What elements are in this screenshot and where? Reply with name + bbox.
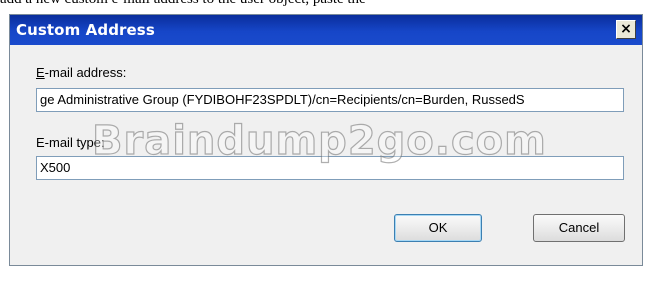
email-address-input[interactable]: ge Administrative Group (FYDIBOHF23SPDLT…	[36, 88, 624, 112]
dialog-title: Custom Address	[16, 21, 155, 39]
email-type-input[interactable]: X500	[36, 156, 624, 180]
email-address-label: E-mail address:	[36, 65, 126, 80]
cancel-button[interactable]: Cancel	[533, 214, 625, 242]
email-type-label: E-mail type:	[36, 135, 105, 150]
email-address-label-text: -mail address:	[44, 65, 127, 80]
close-icon: ×	[620, 21, 632, 37]
cropped-background-text: add a new custom e-mail address to the u…	[0, 0, 646, 8]
close-button[interactable]: ×	[616, 20, 636, 39]
screenshot-page: add a new custom e-mail address to the u…	[0, 0, 646, 282]
ok-button[interactable]: OK	[394, 214, 482, 242]
custom-address-dialog: Custom Address × E-mail address: ge Admi…	[9, 14, 643, 266]
dialog-titlebar[interactable]: Custom Address ×	[10, 15, 642, 45]
email-address-label-accelerator: E	[36, 65, 45, 80]
